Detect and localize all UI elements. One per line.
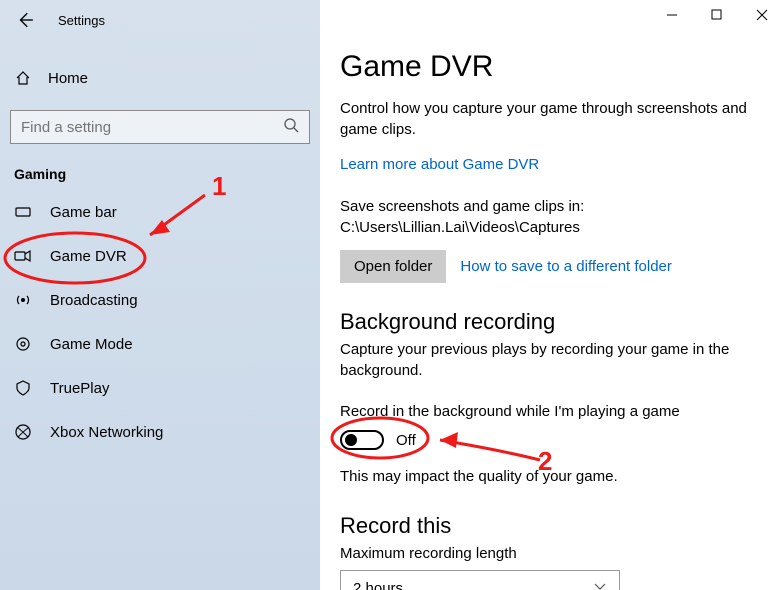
- chevron-down-icon: [593, 579, 607, 590]
- sidebar-item-game-bar[interactable]: Game bar: [0, 190, 320, 234]
- sidebar-item-broadcasting[interactable]: Broadcasting: [0, 278, 320, 322]
- game-bar-icon: [14, 204, 32, 220]
- back-button[interactable]: [10, 5, 40, 35]
- window-controls: [649, 0, 784, 30]
- minimize-button[interactable]: [649, 0, 694, 30]
- broadcasting-icon: [14, 292, 32, 308]
- close-button[interactable]: [739, 0, 784, 30]
- search-input[interactable]: [21, 119, 283, 136]
- nav-home-label: Home: [48, 70, 88, 87]
- titlebar: Settings: [0, 0, 320, 40]
- toggle-knob: [345, 434, 357, 446]
- sidebar-item-trueplay[interactable]: TruePlay: [0, 366, 320, 410]
- sidebar-item-xbox-networking[interactable]: Xbox Networking: [0, 410, 320, 454]
- learn-more-link[interactable]: Learn more about Game DVR: [340, 156, 539, 173]
- xbox-icon: [14, 424, 32, 440]
- sidebar-item-label: Game DVR: [50, 248, 127, 265]
- max-length-label: Maximum recording length: [340, 543, 764, 564]
- sidebar-item-label: TruePlay: [50, 380, 109, 397]
- sidebar-item-label: Game Mode: [50, 336, 133, 353]
- open-folder-button[interactable]: Open folder: [340, 250, 446, 283]
- game-dvr-icon: [14, 248, 32, 264]
- impact-text: This may impact the quality of your game…: [340, 466, 764, 487]
- content-pane: Game DVR Control how you capture your ga…: [320, 0, 784, 590]
- record-this-heading: Record this: [340, 513, 764, 539]
- toggle-state-text: Off: [396, 432, 416, 449]
- save-path-text: Save screenshots and game clips in: C:\U…: [340, 196, 764, 238]
- sidebar-category: Gaming: [14, 166, 320, 182]
- sidebar-item-label: Broadcasting: [50, 292, 138, 309]
- home-icon: [14, 70, 32, 86]
- window-title: Settings: [58, 13, 105, 28]
- bg-recording-heading: Background recording: [340, 309, 764, 335]
- trueplay-icon: [14, 380, 32, 396]
- dropdown-value: 2 hours: [353, 580, 403, 590]
- nav-home[interactable]: Home: [0, 58, 320, 98]
- max-length-dropdown[interactable]: 2 hours: [340, 570, 620, 590]
- how-to-save-link[interactable]: How to save to a different folder: [460, 258, 672, 275]
- record-toggle[interactable]: [340, 430, 384, 450]
- game-mode-icon: [14, 336, 32, 352]
- maximize-button[interactable]: [694, 0, 739, 30]
- search-icon: [283, 117, 299, 138]
- sidebar-item-label: Game bar: [50, 204, 117, 221]
- page-description: Control how you capture your game throug…: [340, 98, 764, 140]
- sidebar-item-game-dvr[interactable]: Game DVR: [0, 234, 320, 278]
- record-toggle-label: Record in the background while I'm playi…: [340, 403, 764, 420]
- page-heading: Game DVR: [340, 50, 764, 84]
- sidebar-item-game-mode[interactable]: Game Mode: [0, 322, 320, 366]
- bg-recording-desc: Capture your previous plays by recording…: [340, 339, 764, 381]
- sidebar-item-label: Xbox Networking: [50, 424, 163, 441]
- search-box[interactable]: [10, 110, 310, 144]
- sidebar: Settings Home Gaming Game bar Game: [0, 0, 320, 590]
